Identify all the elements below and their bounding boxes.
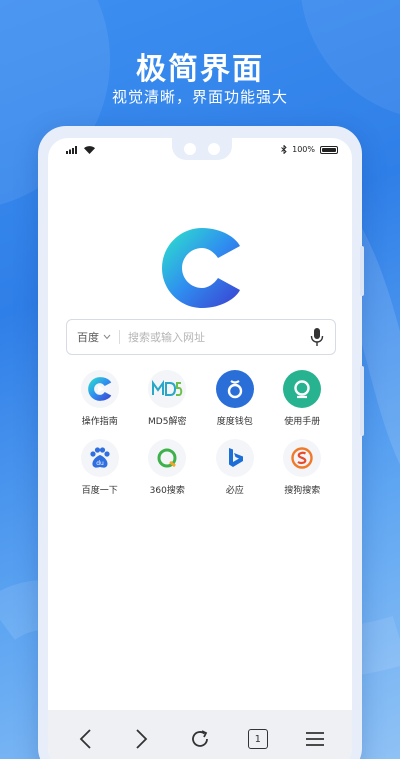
search-input[interactable]: 搜索或输入网址 xyxy=(128,329,309,345)
refresh-icon xyxy=(192,730,208,747)
wallet-icon xyxy=(215,370,254,408)
shortcut-label: 360搜索 xyxy=(149,486,185,496)
shortcut-md5[interactable]: MD5解密 xyxy=(134,370,202,427)
shortcut-guide[interactable]: 操作指南 xyxy=(66,370,134,427)
shortcut-label: 度度钱包 xyxy=(216,417,253,427)
signal-icon xyxy=(66,146,77,154)
bing-icon xyxy=(215,439,254,477)
menu-icon xyxy=(306,732,325,746)
shortcut-label: 搜狗搜索 xyxy=(284,486,321,496)
chevron-down-icon xyxy=(103,334,111,340)
search-bar[interactable]: 百度 搜索或输入网址 xyxy=(66,319,336,355)
shortcut-manual[interactable]: 使用手册 xyxy=(269,370,337,427)
shortcut-wallet[interactable]: 度度钱包 xyxy=(201,370,269,427)
microphone-icon[interactable] xyxy=(309,327,325,347)
svg-text:du: du xyxy=(96,460,104,467)
so360-icon xyxy=(148,439,187,477)
shortcut-label: 百度一下 xyxy=(81,486,118,496)
browser-logo-icon xyxy=(162,228,240,308)
shortcut-sogou[interactable]: 搜狗搜索 xyxy=(269,439,337,496)
shortcut-360[interactable]: 360搜索 xyxy=(134,439,202,496)
shortcut-label: 必应 xyxy=(225,486,244,496)
battery-percent: 100% xyxy=(292,145,315,154)
phone-screen: 100% 百度 搜索或输入网址 操作指南 MD5解密 度度钱包 使用手册 du … xyxy=(48,138,352,759)
guide-icon xyxy=(80,370,119,408)
volume-button xyxy=(360,246,364,296)
power-button xyxy=(360,366,364,436)
refresh-button[interactable] xyxy=(180,719,220,759)
promo-title: 极简界面 xyxy=(136,52,264,87)
shortcut-grid: 操作指南 MD5解密 度度钱包 使用手册 du 百度一下 360搜索 必应 搜狗… xyxy=(66,370,336,496)
baidu-icon: du xyxy=(80,439,119,477)
forward-arrow-icon xyxy=(136,729,148,749)
back-arrow-icon xyxy=(79,729,91,749)
shortcut-baidu[interactable]: du 百度一下 xyxy=(66,439,134,496)
md5-icon xyxy=(148,370,187,408)
bluetooth-icon xyxy=(281,145,287,154)
sogou-icon xyxy=(283,439,322,477)
wifi-icon xyxy=(84,146,95,154)
engine-label: 百度 xyxy=(77,331,99,344)
back-button[interactable] xyxy=(65,719,105,759)
shortcut-label: 操作指南 xyxy=(81,417,118,427)
status-bar: 100% xyxy=(48,138,352,164)
tabs-button[interactable]: 1 xyxy=(238,719,278,759)
search-divider xyxy=(119,330,120,344)
battery-icon xyxy=(320,145,338,154)
promo-subtitle: 视觉清晰，界面功能强大 xyxy=(111,88,288,106)
shortcut-label: MD5解密 xyxy=(148,417,187,427)
engine-selector[interactable]: 百度 xyxy=(77,329,111,345)
shortcut-label: 使用手册 xyxy=(284,417,321,427)
phone-frame: 100% 百度 搜索或输入网址 操作指南 MD5解密 度度钱包 使用手册 du … xyxy=(38,126,364,759)
tabs-icon: 1 xyxy=(247,729,268,749)
manual-icon xyxy=(283,370,322,408)
forward-button[interactable] xyxy=(122,719,162,759)
menu-button[interactable] xyxy=(295,719,335,759)
bottom-navigation: 1 xyxy=(48,710,352,759)
shortcut-bing[interactable]: 必应 xyxy=(201,439,269,496)
